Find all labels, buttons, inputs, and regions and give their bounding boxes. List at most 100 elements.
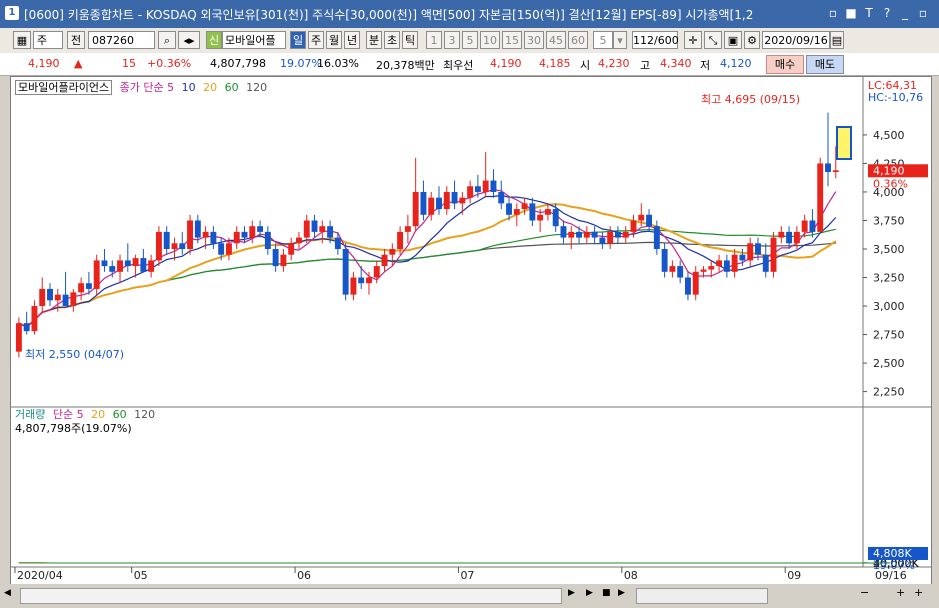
candle-body [731,254,738,272]
candle-body [187,220,194,249]
candle-body [272,249,279,267]
candle-body [778,231,785,238]
candle-body [140,258,147,272]
candle-body [218,243,225,255]
toolbar: ▦ 주 전 087260 ⌕ ◂▸ 신 모바일어플 일 주 월 년 분 초 틱 … [0,28,939,54]
candle-body [739,254,746,261]
candle-body [661,249,668,272]
candle-body [576,231,582,238]
help-icon[interactable]: ? [879,5,895,21]
layout-icon[interactable]: ▦ [13,31,31,49]
draw-icon[interactable]: ⤡ [704,31,722,49]
candle-body [288,243,295,255]
custom-minute[interactable]: 5 [593,31,613,49]
candle-body [825,163,831,172]
tab-period-minute[interactable]: 분 [366,31,382,49]
add-icon[interactable]: + [914,586,928,600]
candle-body [225,243,232,255]
min-30[interactable]: 30 [524,31,544,49]
min-60[interactable]: 60 [568,31,588,49]
save-icon[interactable]: ▣ [724,31,742,49]
vol-marker-pct: 19.07% [873,559,915,572]
cross-icon[interactable]: ✛ [684,31,702,49]
min-1[interactable]: 1 [426,31,442,49]
calendar-icon[interactable]: ▤ [830,31,844,49]
zoom-in-icon[interactable]: + [896,586,910,600]
price-marker-pct: 0.36% [873,177,908,190]
candle-body [39,288,46,307]
current-price: 4,190 [28,57,60,70]
candle-body [747,243,754,261]
legend-ma60: 60 [224,81,239,94]
min-5[interactable]: 5 [462,31,478,49]
close-icon[interactable]: ▫ [915,5,931,21]
search-icon[interactable]: ⌕ [158,31,176,49]
amount: 20,378백만 [376,59,435,72]
candle-body [708,266,715,270]
chevron-down-icon[interactable]: ▾ [613,31,627,49]
min-10[interactable]: 10 [480,31,500,49]
title-bar: 1 [0600] 키움종합차트 - KOSDAQ 외국인보유[301(천)] 주… [0,0,939,28]
tab-period-tick[interactable]: 틱 [402,31,418,49]
candle-body [607,231,614,244]
candle-body [482,180,489,192]
zoom-slider[interactable] [636,588,768,604]
stop-icon[interactable]: ■ [602,588,616,602]
pin-icon[interactable]: ■ [843,5,859,21]
candle-body [404,226,411,232]
type-select[interactable]: 주 [33,31,63,49]
sell-button[interactable]: 매도 [806,55,844,74]
tab-period-year[interactable]: 년 [344,31,360,49]
scroll-left-icon[interactable]: ◀ [4,588,18,602]
scrollbar-track[interactable] [20,588,562,604]
candle-body [381,254,388,267]
window-title: [0600] 키움종합차트 - KOSDAQ 외국인보유[301(천)] 주식수… [24,8,754,22]
minimize-icon[interactable]: _ [897,5,913,21]
sound-icon[interactable]: ◂▸ [178,31,200,49]
candle-body [498,191,505,204]
text-icon[interactable]: T [861,5,877,21]
change: 15 [122,57,136,70]
candle-body [327,226,334,238]
candle-body [770,237,777,272]
tab-period-day[interactable]: 일 [290,31,306,49]
buy-button[interactable]: 매수 [766,55,804,74]
candle-body [109,266,116,272]
change-pct: +0.36% [147,57,192,70]
play-icon[interactable]: ▶ [586,588,600,602]
legend-name[interactable]: 모바일어플라이언스 [15,80,113,95]
candle-body [521,203,528,210]
prefer-label: 최우선 [443,59,474,72]
forward-icon[interactable]: ▶ [618,588,632,602]
gear-icon[interactable]: ⚙ [744,31,760,49]
zoom-out-icon[interactable]: − [860,586,874,600]
legend-ma10: 10 [181,81,196,94]
scroll-right-icon[interactable]: ▶ [568,588,582,602]
candle-body [428,197,435,215]
x-tick-label: 2020/04 [17,569,63,582]
x-tick-label: 09 [787,569,801,582]
restore-icon[interactable]: ▫ [825,5,841,21]
high-label: 고 [640,59,651,72]
tab-period-week[interactable]: 주 [308,31,324,49]
tab-period-second[interactable]: 초 [384,31,400,49]
price-chart: 4,5004,2504,0003,7503,5003,2503,0002,750… [11,77,931,582]
code-input[interactable]: 087260 [88,31,155,49]
vol-value: 4,807,798주(19.07%) [15,422,132,435]
min-45[interactable]: 45 [546,31,566,49]
price-tick-label: 2,500 [873,357,905,370]
min-3[interactable]: 3 [444,31,460,49]
candle-body [762,254,769,272]
prev-button[interactable]: 전 [67,31,85,49]
date-input[interactable]: 2020/09/16 [762,31,830,49]
candle-body [303,220,310,238]
tab-period-month[interactable]: 월 [326,31,342,49]
x-tick-label: 05 [134,569,148,582]
count-field[interactable]: 112/600 [632,31,679,49]
candle-body [155,231,162,261]
candle-body [467,186,474,198]
candle-body [568,231,575,238]
min-15[interactable]: 15 [502,31,522,49]
candle-body [124,260,131,267]
candle-body [560,226,567,238]
